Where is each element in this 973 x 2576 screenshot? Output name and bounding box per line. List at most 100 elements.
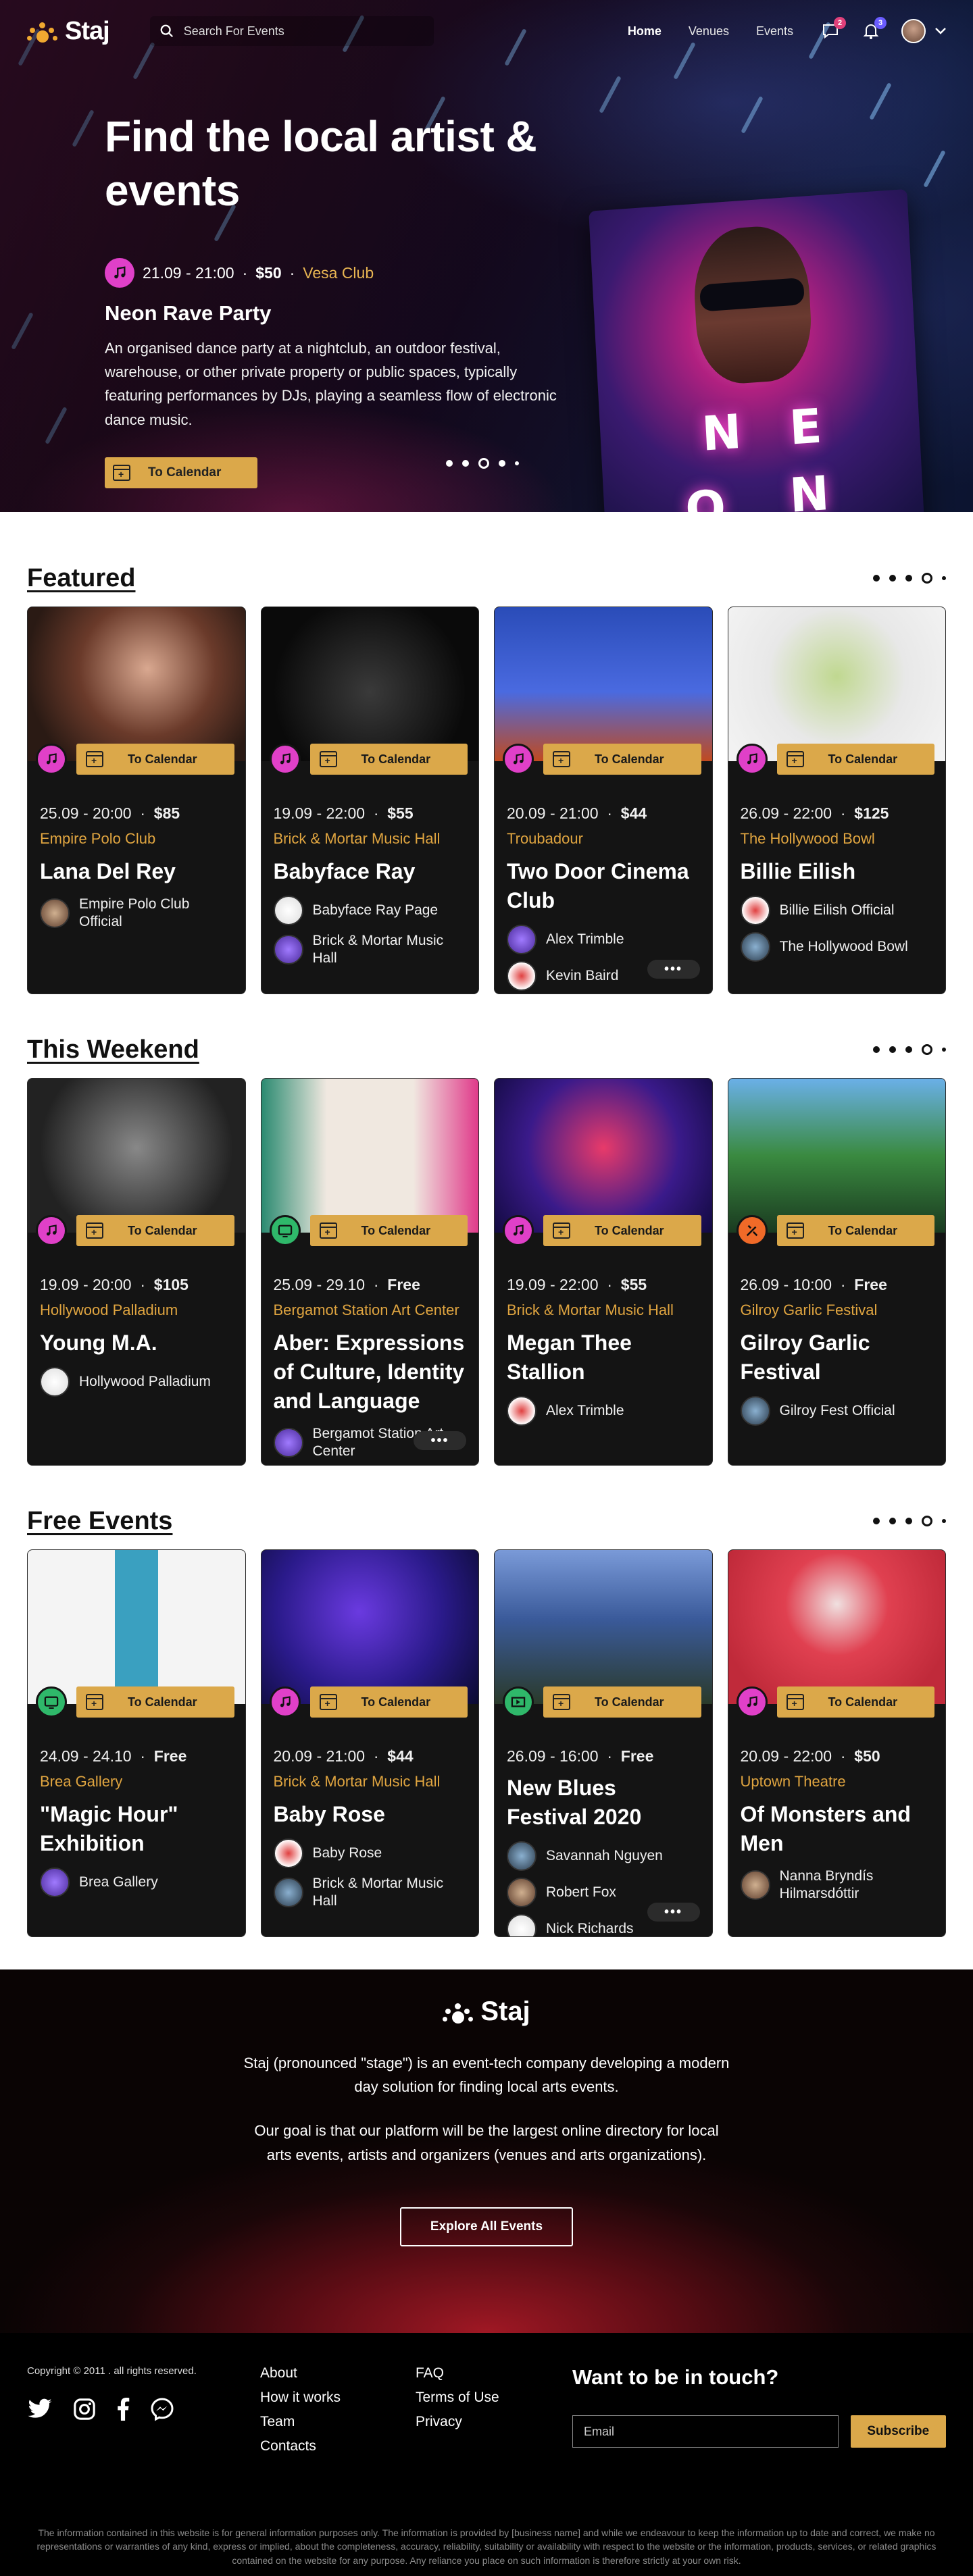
more-organizers-button[interactable]: ••• <box>647 1903 700 1922</box>
to-calendar-button[interactable]: To Calendar <box>309 1215 468 1246</box>
music-category-icon <box>269 1686 301 1718</box>
section-carousel-dots[interactable] <box>873 1516 946 1526</box>
organizer[interactable]: Baby Rose <box>273 1838 467 1868</box>
event-card[interactable]: To Calendar 19.09 - 22:00 · $55 Brick & … <box>260 607 479 994</box>
to-calendar-button[interactable]: To Calendar <box>309 1686 468 1718</box>
to-calendar-button[interactable]: To Calendar <box>776 1215 934 1246</box>
event-card[interactable]: To Calendar 19.09 - 22:00 · $55 Brick & … <box>494 1078 713 1466</box>
event-venue[interactable]: Gilroy Garlic Festival <box>741 1301 934 1320</box>
section-carousel-dots[interactable] <box>873 573 946 584</box>
event-venue[interactable]: The Hollywood Bowl <box>741 829 934 849</box>
event-venue[interactable]: Brea Gallery <box>40 1772 233 1792</box>
organizer[interactable]: Hollywood Palladium <box>40 1366 233 1397</box>
search-input[interactable] <box>183 24 414 38</box>
more-organizers-button[interactable]: ••• <box>647 960 700 979</box>
organizer[interactable]: Billie Eilish Official <box>740 895 934 925</box>
to-calendar-button[interactable]: To Calendar <box>76 1686 234 1718</box>
footer-link-how-it-works[interactable]: How it works <box>260 2390 416 2406</box>
disclaimer: The information contained in this websit… <box>36 2527 937 2566</box>
organizer[interactable]: Gilroy Fest Official <box>740 1395 934 1426</box>
event-card[interactable]: To Calendar 26.09 - 22:00 · $125 The Hol… <box>727 607 946 994</box>
hero-venue[interactable]: Vesa Club <box>303 264 374 282</box>
event-title[interactable]: New Blues Festival 2020 <box>507 1774 700 1832</box>
event-venue[interactable]: Brick & Mortar Music Hall <box>274 829 467 849</box>
event-title[interactable]: "Magic Hour" Exhibition <box>40 1800 233 1858</box>
footer-link-faq[interactable]: FAQ <box>416 2365 551 2381</box>
section-title[interactable]: This Weekend <box>27 1035 199 1064</box>
organizer[interactable]: Alex Trimble <box>507 1395 700 1426</box>
event-card[interactable]: To Calendar 25.09 - 29.10 · Free Bergamo… <box>260 1078 479 1466</box>
event-title[interactable]: Babyface Ray <box>274 857 467 886</box>
subscribe-button[interactable]: Subscribe <box>850 2415 946 2448</box>
nav-link-home[interactable]: Home <box>628 24 662 38</box>
instagram-icon[interactable] <box>73 2398 96 2421</box>
nav-link-venues[interactable]: Venues <box>689 24 729 38</box>
footer-logo[interactable]: Staj <box>443 1997 530 2027</box>
event-card[interactable]: To Calendar 19.09 - 20:00 · $105 Hollywo… <box>27 1078 246 1466</box>
to-calendar-button[interactable]: To Calendar <box>776 1686 934 1718</box>
event-card[interactable]: To Calendar 24.09 - 24.10 · Free Brea Ga… <box>27 1549 246 1937</box>
nav-link-events[interactable]: Events <box>756 24 793 38</box>
hero-to-calendar-button[interactable]: To Calendar <box>105 457 257 488</box>
event-title[interactable]: Of Monsters and Men <box>741 1800 934 1858</box>
to-calendar-button[interactable]: To Calendar <box>76 1215 234 1246</box>
event-venue[interactable]: Hollywood Palladium <box>40 1301 233 1320</box>
event-title[interactable]: Baby Rose <box>274 1800 467 1829</box>
messenger-icon[interactable] <box>150 2397 174 2421</box>
organizer-name: Savannah Nguyen <box>546 1848 663 1864</box>
organizer[interactable]: Babyface Ray Page <box>273 895 467 925</box>
event-card[interactable]: To Calendar 20.09 - 22:00 · $50 Uptown T… <box>727 1549 946 1937</box>
chat-button[interactable]: 2 <box>820 17 846 41</box>
organizer[interactable]: Alex Trimble <box>507 924 700 954</box>
event-title[interactable]: Young M.A. <box>40 1329 233 1358</box>
organizer[interactable]: Empire Polo Club Official <box>40 896 233 931</box>
event-card[interactable]: To Calendar 20.09 - 21:00 · $44 Brick & … <box>260 1549 479 1937</box>
notifications-button[interactable]: 3 <box>861 17 887 41</box>
event-card[interactable]: To Calendar 25.09 - 20:00 · $85 Empire P… <box>27 607 246 994</box>
event-title[interactable]: Lana Del Rey <box>40 857 233 886</box>
to-calendar-button[interactable]: To Calendar <box>76 744 234 775</box>
event-title[interactable]: Megan Thee Stallion <box>507 1329 700 1387</box>
footer-link-privacy[interactable]: Privacy <box>416 2414 551 2430</box>
hero-carousel-dots[interactable] <box>446 458 519 469</box>
footer-link-terms[interactable]: Terms of Use <box>416 2390 551 2406</box>
event-title[interactable]: Gilroy Garlic Festival <box>741 1329 934 1387</box>
event-card[interactable]: To Calendar 20.09 - 21:00 · $44 Troubado… <box>494 607 713 994</box>
organizer[interactable]: Savannah Nguyen <box>507 1841 700 1872</box>
organizer[interactable]: Brick & Mortar Music Hall <box>273 1875 467 1911</box>
organizer[interactable]: Brick & Mortar Music Hall <box>273 932 467 968</box>
twitter-icon[interactable] <box>27 2398 53 2420</box>
event-venue[interactable]: Uptown Theatre <box>741 1772 934 1792</box>
organizer[interactable]: The Hollywood Bowl <box>740 931 934 962</box>
event-venue[interactable]: Troubadour <box>507 829 700 849</box>
event-title[interactable]: Two Door Cinema Club <box>507 857 700 915</box>
to-calendar-button[interactable]: To Calendar <box>543 744 701 775</box>
event-venue[interactable]: Brick & Mortar Music Hall <box>507 1301 700 1320</box>
email-field[interactable] <box>572 2415 839 2448</box>
hero-event-title[interactable]: Neon Rave Party <box>105 301 564 326</box>
footer-link-team[interactable]: Team <box>260 2414 416 2430</box>
event-title[interactable]: Aber: Expressions of Culture, Identity a… <box>274 1329 467 1416</box>
organizer[interactable]: Brea Gallery <box>40 1867 233 1897</box>
event-card[interactable]: To Calendar 26.09 - 10:00 · Free Gilroy … <box>727 1078 946 1466</box>
section-title[interactable]: Featured <box>27 564 135 593</box>
brand-logo[interactable]: Staj <box>27 17 110 46</box>
event-venue[interactable]: Empire Polo Club <box>40 829 233 849</box>
section-carousel-dots[interactable] <box>873 1044 946 1055</box>
section-title[interactable]: Free Events <box>27 1507 172 1536</box>
more-organizers-button[interactable]: ••• <box>414 1431 466 1450</box>
organizer[interactable]: Nanna Bryndís Hilmarsdóttir <box>740 1867 934 1903</box>
to-calendar-button[interactable]: To Calendar <box>543 1215 701 1246</box>
facebook-icon[interactable] <box>116 2398 130 2421</box>
event-title[interactable]: Billie Eilish <box>741 857 934 886</box>
footer-link-about[interactable]: About <box>260 2365 416 2381</box>
account-menu[interactable] <box>901 19 946 43</box>
to-calendar-button[interactable]: To Calendar <box>309 744 468 775</box>
event-card[interactable]: To Calendar 26.09 - 16:00 · Free New Blu… <box>494 1549 713 1937</box>
footer-link-contacts[interactable]: Contacts <box>260 2438 416 2454</box>
to-calendar-button[interactable]: To Calendar <box>543 1686 701 1718</box>
to-calendar-button[interactable]: To Calendar <box>776 744 934 775</box>
event-venue[interactable]: Brick & Mortar Music Hall <box>274 1772 467 1792</box>
explore-all-events-button[interactable]: Explore All Events <box>400 2207 573 2246</box>
event-venue[interactable]: Bergamot Station Art Center <box>274 1301 467 1320</box>
